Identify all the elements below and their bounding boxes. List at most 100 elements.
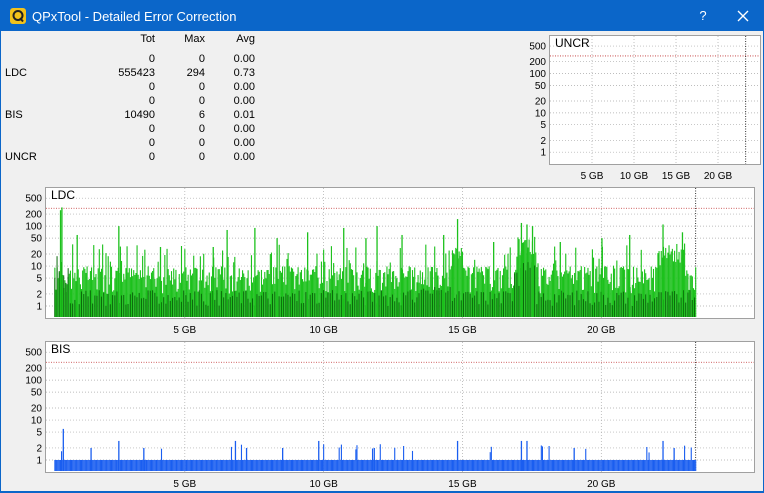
bar xyxy=(76,459,78,471)
bar xyxy=(532,459,535,471)
bar xyxy=(355,449,357,471)
bar xyxy=(55,459,57,471)
bar xyxy=(558,459,560,471)
bar xyxy=(85,459,87,471)
bar xyxy=(464,459,466,471)
bar xyxy=(425,459,427,471)
bar xyxy=(376,459,378,471)
bar xyxy=(359,459,361,471)
bar xyxy=(120,459,123,471)
bar xyxy=(139,459,141,471)
bar xyxy=(388,459,390,471)
bar xyxy=(84,459,86,471)
bar xyxy=(669,459,671,471)
bar xyxy=(671,459,673,471)
bar xyxy=(500,459,502,471)
bar xyxy=(329,459,331,471)
bar xyxy=(480,459,482,471)
bar xyxy=(104,459,106,471)
bar xyxy=(311,459,314,471)
bar xyxy=(444,459,446,471)
bar xyxy=(547,459,549,471)
bar xyxy=(475,459,477,471)
bar xyxy=(431,459,434,471)
bar xyxy=(256,459,258,471)
bar xyxy=(134,459,136,471)
bar xyxy=(689,459,691,471)
bar xyxy=(98,459,100,471)
bar xyxy=(153,459,155,471)
bar xyxy=(100,459,103,471)
bar xyxy=(179,459,181,471)
bar xyxy=(481,459,484,471)
bar xyxy=(160,448,163,471)
bar xyxy=(684,445,686,471)
bar xyxy=(113,459,115,471)
y-tick-label: 500 xyxy=(25,348,42,359)
bar xyxy=(577,459,579,471)
bar xyxy=(564,459,566,471)
bar xyxy=(628,459,630,471)
bar xyxy=(308,459,310,471)
bar xyxy=(503,459,505,471)
bar xyxy=(668,459,670,471)
bar xyxy=(433,459,435,471)
bar xyxy=(659,459,661,471)
bar xyxy=(194,459,196,471)
bar xyxy=(212,459,214,471)
bar xyxy=(122,459,124,471)
bar xyxy=(629,459,631,471)
bar xyxy=(223,459,225,471)
bar xyxy=(584,459,586,471)
bar xyxy=(233,459,235,471)
y-tick-label: 1 xyxy=(36,455,42,466)
bar xyxy=(67,459,69,471)
bar xyxy=(479,459,481,471)
bar xyxy=(667,459,669,471)
bar xyxy=(274,459,276,471)
bar xyxy=(187,459,189,471)
bar xyxy=(415,459,417,471)
bar xyxy=(599,459,601,471)
bar xyxy=(386,459,388,471)
bar xyxy=(95,459,97,471)
bar xyxy=(266,459,268,471)
bar xyxy=(443,459,445,471)
bar xyxy=(579,459,581,471)
bar xyxy=(351,459,354,471)
bar xyxy=(349,459,351,471)
bar xyxy=(656,459,658,471)
bar xyxy=(115,459,117,471)
bar xyxy=(305,459,307,471)
bar xyxy=(582,459,585,471)
bar xyxy=(398,459,400,471)
bar xyxy=(152,459,154,471)
spike-bar xyxy=(62,428,64,471)
bar xyxy=(314,459,316,471)
bar xyxy=(587,459,589,471)
bar xyxy=(331,459,334,471)
bar xyxy=(224,459,226,471)
bar xyxy=(519,459,521,471)
bar xyxy=(169,459,171,471)
bar xyxy=(455,459,457,471)
bar xyxy=(441,459,444,471)
bar xyxy=(157,459,159,471)
bar xyxy=(276,459,278,471)
bar xyxy=(357,459,359,471)
bar xyxy=(180,459,183,471)
bar xyxy=(177,459,179,471)
bar xyxy=(675,459,677,471)
bar xyxy=(691,459,693,471)
bar xyxy=(449,459,451,471)
bar xyxy=(615,459,617,471)
bar xyxy=(175,459,177,471)
bar xyxy=(154,459,156,471)
bar xyxy=(75,459,77,471)
bar xyxy=(487,459,489,471)
bar xyxy=(427,459,429,471)
bar xyxy=(600,459,602,471)
bar xyxy=(182,459,184,471)
bar xyxy=(540,445,542,471)
bar xyxy=(450,459,452,471)
